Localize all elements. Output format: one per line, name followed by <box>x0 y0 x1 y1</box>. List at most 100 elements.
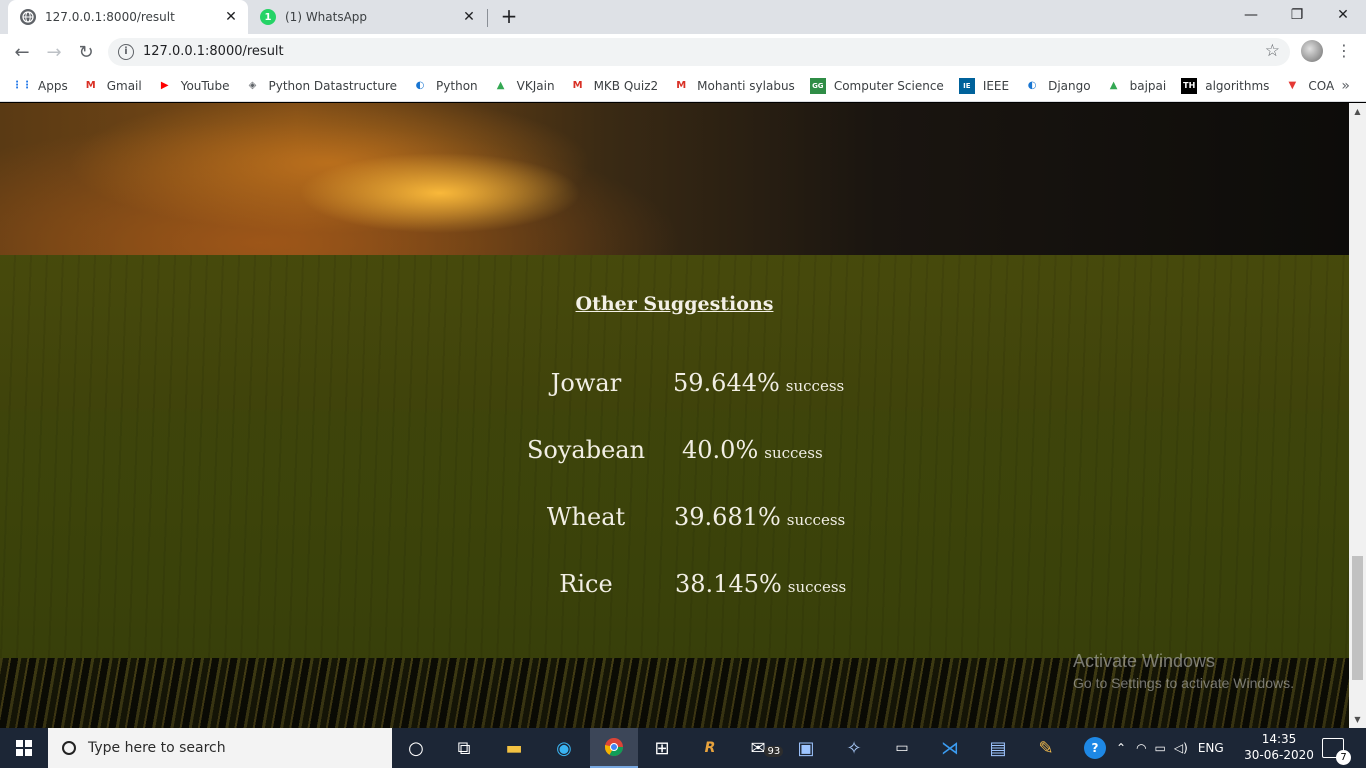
tab-title: (1) WhatsApp <box>285 10 368 24</box>
whatsapp-icon: 1 <box>260 9 276 25</box>
bookmark-label: algorithms <box>1205 78 1270 93</box>
info-icon[interactable]: i <box>118 44 134 60</box>
clock-time: 14:35 <box>1261 732 1297 746</box>
sky-background <box>0 103 1349 255</box>
file-explorer-icon[interactable]: ▬ <box>490 728 538 768</box>
bookmark-django[interactable]: ◐ Django <box>1024 78 1091 94</box>
volume-icon[interactable]: ◁) <box>1174 741 1188 755</box>
bookmark-label: Django <box>1048 78 1091 93</box>
tab-result[interactable]: 127.0.0.1:8000/result ✕ <box>8 0 248 34</box>
bookmark-label: Python Datastructure <box>268 78 398 93</box>
terminal-icon[interactable]: ▭ <box>878 728 926 768</box>
tab-strip: 127.0.0.1:8000/result ✕ 1 (1) WhatsApp ✕… <box>0 0 1366 34</box>
bookmark-algorithms[interactable]: TH algorithms <box>1181 77 1270 94</box>
activate-windows-watermark: Activate Windows Go to Settings to activ… <box>1073 651 1294 691</box>
bookmark-label: YouTube <box>180 78 230 93</box>
menu-icon[interactable]: ⋮ <box>1336 40 1352 62</box>
bookmark-mohanti-sylabus[interactable]: M Mohanti sylabus <box>673 78 795 94</box>
help-icon[interactable]: ? <box>1084 737 1106 759</box>
notification-badge: 7 <box>1336 750 1351 765</box>
bookmark-mkb-quiz2[interactable]: M MKB Quiz2 <box>570 78 659 94</box>
mail-icon[interactable]: ✉ 93 <box>734 728 784 768</box>
page-viewport: Other Suggestions Jowar 59.644% success S… <box>0 103 1349 728</box>
windows-taskbar: Type here to search ○ ⧉ ▬ ◉ ⊞ R ✉ 93 ▣ ✧ … <box>0 728 1366 768</box>
paint-icon[interactable]: ✎ <box>1022 728 1070 768</box>
notification-center-icon[interactable]: 7 <box>1322 738 1351 765</box>
drive-icon: ▲ <box>1109 80 1118 91</box>
tab-whatsapp[interactable]: 1 (1) WhatsApp ✕ <box>250 0 486 34</box>
rstudio-icon[interactable]: R <box>686 728 734 768</box>
reload-button[interactable]: ↻ <box>74 40 98 64</box>
image-viewer-icon[interactable]: ▤ <box>974 728 1022 768</box>
back-button[interactable]: ← <box>10 40 34 64</box>
forward-button[interactable]: → <box>42 40 66 64</box>
profile-avatar[interactable] <box>1301 40 1323 62</box>
address-bar[interactable]: i 127.0.0.1:8000/result ☆ <box>108 38 1290 66</box>
system-tray: ? ⌃ ◠ ▭ ◁) ENG <box>1084 728 1224 768</box>
browser-toolbar: ← → ↻ i 127.0.0.1:8000/result ☆ <box>0 34 1366 70</box>
minimize-button[interactable]: — <box>1228 0 1274 30</box>
bookmark-python-datastructure[interactable]: ◈ Python Datastructure <box>245 78 398 94</box>
mail-badge: 93 <box>764 745 784 757</box>
tab-separator <box>487 9 488 27</box>
window-icon[interactable]: ▣ <box>782 728 830 768</box>
bookmark-apps[interactable]: ⋮⋮ Apps <box>12 78 68 94</box>
bookmark-python[interactable]: ◐ Python <box>412 78 478 94</box>
gmail-icon: M <box>572 80 583 91</box>
battery-icon[interactable]: ▭ <box>1155 741 1166 755</box>
crop-name: Rice <box>559 570 613 598</box>
bookmark-bajpai[interactable]: ▲ bajpai <box>1106 78 1166 94</box>
triangle-icon: ▼ <box>1288 80 1297 91</box>
bookmarks-overflow-button[interactable]: » <box>1341 78 1350 94</box>
close-window-button[interactable]: ✕ <box>1320 0 1366 30</box>
globe-icon <box>20 9 36 25</box>
suggestion-row: Wheat 39.681% success <box>0 503 1349 543</box>
cortana-icon[interactable]: ○ <box>392 728 440 768</box>
bookmark-computer-science[interactable]: GG Computer Science <box>809 77 944 94</box>
clock[interactable]: 14:35 30-06-2020 <box>1244 731 1314 763</box>
bookmark-label: Python <box>436 78 478 93</box>
suggestion-row: Jowar 59.644% success <box>0 369 1349 409</box>
python-icon: ◐ <box>415 80 425 91</box>
geeks-icon: GG <box>809 77 826 94</box>
search-icon <box>62 741 76 755</box>
taskbar-search[interactable]: Type here to search <box>48 728 392 768</box>
ieee-icon: IE <box>958 77 975 94</box>
scroll-thumb[interactable] <box>1352 556 1363 680</box>
bookmark-star-icon[interactable]: ☆ <box>1265 41 1280 61</box>
store-icon[interactable]: ⊞ <box>638 728 686 768</box>
drive-icon: ▲ <box>496 80 505 91</box>
task-view-icon[interactable]: ⧉ <box>440 728 488 768</box>
satellite-icon[interactable]: ✧ <box>830 728 878 768</box>
bookmark-label: COA <box>1308 78 1335 93</box>
new-tab-button[interactable]: + <box>498 6 520 28</box>
bookmark-coa[interactable]: ▼ COA <box>1284 78 1335 94</box>
bookmark-ieee[interactable]: IE IEEE <box>958 77 1010 94</box>
scroll-down-arrow[interactable]: ▼ <box>1349 711 1366 728</box>
crop-name: Wheat <box>546 503 626 531</box>
apps-grid-icon: ⋮⋮ <box>12 80 32 91</box>
language-indicator[interactable]: ENG <box>1198 741 1224 755</box>
close-tab-icon[interactable]: ✕ <box>458 6 480 28</box>
restore-button[interactable]: ❐ <box>1274 0 1320 30</box>
vscode-icon[interactable]: ⋊ <box>926 728 974 768</box>
scroll-up-arrow[interactable]: ▲ <box>1349 103 1366 120</box>
bookmark-label: Apps <box>38 78 68 93</box>
gmail-icon: M <box>85 80 96 91</box>
chevron-up-icon[interactable]: ⌃ <box>1116 741 1126 755</box>
vertical-scrollbar[interactable]: ▲ ▼ <box>1349 103 1366 728</box>
close-tab-icon[interactable]: ✕ <box>220 6 242 28</box>
success-percent: 38.145% success <box>675 570 847 598</box>
success-percent: 40.0% success <box>682 436 823 464</box>
bookmark-label: IEEE <box>982 78 1010 93</box>
bookmark-gmail[interactable]: M Gmail <box>83 78 142 94</box>
python-icon: ◐ <box>1027 80 1037 91</box>
bookmark-vkjain[interactable]: ▲ VKJain <box>493 78 555 94</box>
bookmark-youtube[interactable]: ▶ YouTube <box>157 78 230 94</box>
start-button[interactable] <box>0 728 48 768</box>
wifi-icon[interactable]: ◠ <box>1136 741 1146 755</box>
tab-title: 127.0.0.1:8000/result <box>45 10 175 24</box>
url-text[interactable]: 127.0.0.1:8000/result <box>143 44 284 59</box>
edge-icon[interactable]: ◉ <box>540 728 588 768</box>
chrome-icon[interactable] <box>590 728 638 768</box>
